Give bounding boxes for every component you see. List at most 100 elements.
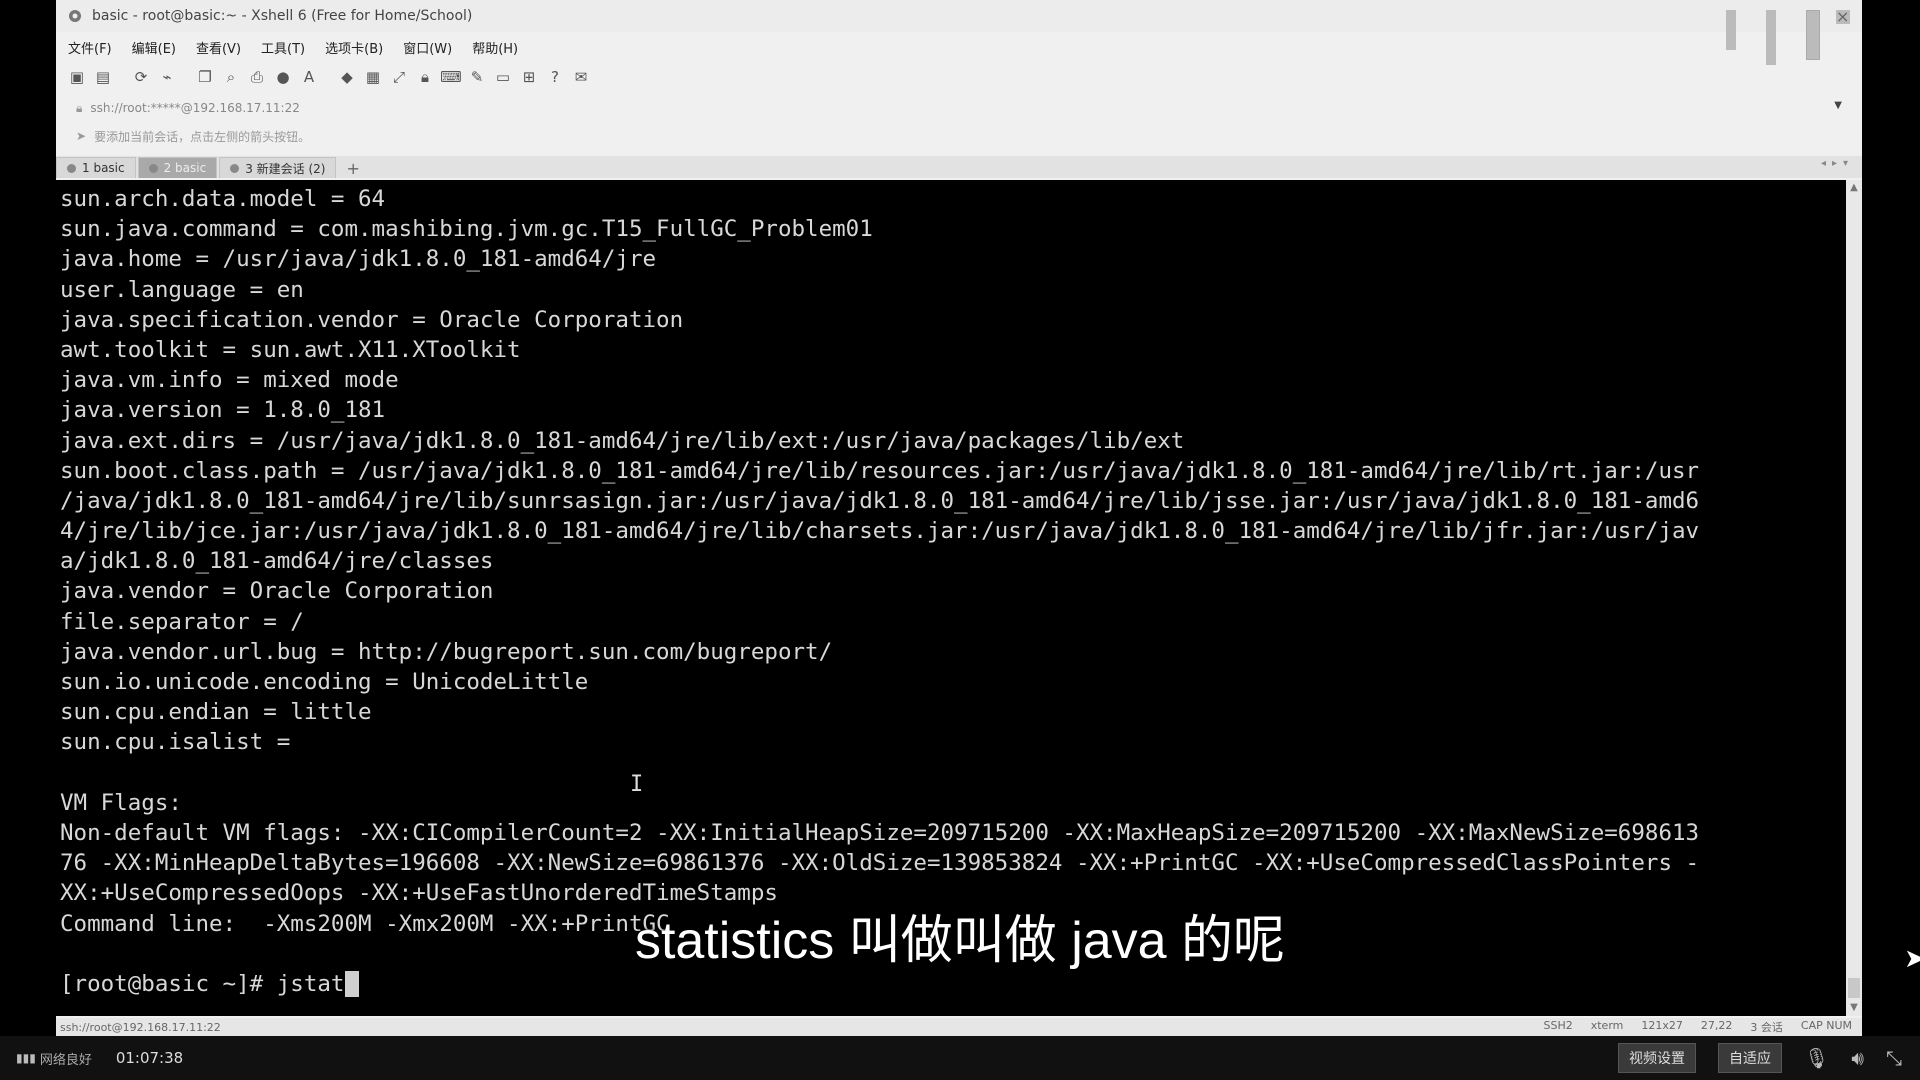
session-hint-bar: ➤ 要添加当前会话，点击左侧的箭头按钮。 <box>66 124 1846 148</box>
tile-icon[interactable]: ⊞ <box>518 66 540 88</box>
terminal-line: java.specification.vendor = Oracle Corpo… <box>60 306 684 333</box>
tab-status-icon <box>67 163 76 173</box>
tab-3-new-session[interactable]: 3 新建会话 (2) <box>219 157 337 178</box>
title-bar[interactable]: basic - root@basic:~ - Xshell 6 (Free fo… <box>56 0 1862 32</box>
terminal-line: /java/jdk1.8.0_181-amd64/jre/lib/sunrsas… <box>60 487 1700 514</box>
layout-icon[interactable]: ▭ <box>492 66 514 88</box>
microphone-off-icon[interactable]: 🎙︎ <box>1804 1046 1829 1070</box>
help-icon[interactable]: ? <box>544 66 566 88</box>
video-subtitle: statistics 叫做叫做 java 的呢 <box>634 912 1286 970</box>
window-title: basic - root@basic:~ - Xshell 6 (Free fo… <box>92 8 473 24</box>
restore-button[interactable] <box>1806 10 1820 60</box>
chat-icon[interactable]: ✉ <box>570 66 592 88</box>
address-value: ssh://root:*****@192.168.17.11:22 <box>90 101 300 115</box>
copy-icon[interactable]: ❐ <box>194 66 216 88</box>
minimize-button[interactable] <box>1726 10 1736 50</box>
playback-time: 01:07:38 <box>115 1049 184 1067</box>
fullscreen-icon[interactable]: ⤢ <box>388 66 410 88</box>
text-cursor-ibeam-icon: I <box>630 772 644 797</box>
volume-icon[interactable]: 🔊︎ <box>1851 1046 1864 1070</box>
bookmark-arrow-icon[interactable]: ➤ <box>76 129 86 143</box>
signal-icon: ▮▮▮ <box>16 1051 36 1065</box>
terminal-scrollbar[interactable]: ▲ ▼ <box>1846 180 1862 1016</box>
xshell-app-icon <box>66 7 84 25</box>
shell-prompt: [root@basic ~]# <box>60 970 277 997</box>
command-input[interactable]: jstat <box>277 969 345 999</box>
menu-tab[interactable]: 选项卡(B) <box>317 38 391 57</box>
menu-edit[interactable]: 编辑(E) <box>124 38 184 57</box>
terminal-lines: sun.arch.data.model = 64 sun.java.command… <box>60 184 1840 999</box>
address-lock-icon: 🔒︎ <box>76 100 83 115</box>
menu-file[interactable]: 文件(F) <box>60 38 120 57</box>
terminal-line: a/jdk1.8.0_181-amd64/jre/classes <box>60 548 494 575</box>
menu-help[interactable]: 帮助(H) <box>464 38 526 57</box>
fullscreen-exit-icon[interactable]: ⤡ <box>1886 1046 1902 1070</box>
print-icon[interactable]: ⎙ <box>246 66 268 88</box>
close-icon[interactable]: × <box>1836 9 1850 25</box>
lock-icon[interactable]: 🔒︎ <box>414 66 436 88</box>
fit-screen-button[interactable]: 自适应 <box>1718 1043 1782 1073</box>
status-connection: ssh://root@192.168.17.11:22 <box>60 1020 221 1034</box>
terminal-line: sun.boot.class.path = /usr/java/jdk1.8.0… <box>60 457 1700 484</box>
menu-tools[interactable]: 工具(T) <box>253 38 313 57</box>
scroll-down-icon[interactable]: ▼ <box>1846 1000 1862 1016</box>
network-status: 网络良好 <box>39 1052 92 1068</box>
script-icon[interactable]: ✎ <box>466 66 488 88</box>
status-cursor-pos: 27,22 <box>1700 1019 1733 1032</box>
scroll-thumb[interactable] <box>1848 978 1860 998</box>
terminal-output[interactable]: sun.arch.data.model = 64 sun.java.command… <box>56 180 1846 1016</box>
terminal-line: sun.arch.data.model = 64 <box>60 186 386 212</box>
transfer-icon[interactable]: ◆ <box>336 66 358 88</box>
terminal-line: java.ext.dirs = /usr/java/jdk1.8.0_181-a… <box>60 427 1185 454</box>
keyboard-icon[interactable]: ⌨ <box>440 66 462 88</box>
tab-2-basic[interactable]: 2 basic <box>137 157 218 178</box>
reconnect-icon[interactable]: ⟳ <box>130 66 152 88</box>
tab-status-icon <box>148 163 158 173</box>
hint-text: 要添加当前会话，点击左侧的箭头按钮。 <box>94 129 311 144</box>
status-protocol: SSH2 <box>1543 1019 1573 1032</box>
maximize-button[interactable] <box>1766 10 1776 65</box>
status-size: 121x27 <box>1641 1019 1683 1032</box>
tab-status-icon <box>230 163 240 173</box>
disconnect-icon[interactable]: ⌁ <box>156 66 178 88</box>
session-tabs: 1 basic 2 basic 3 新建会话 (2) + ◂▸▾ <box>56 156 1862 178</box>
toolbar: ▣ ▤ ⟳ ⌁ ❐ ⌕ ⎙ ● A ◆ ▦ ⤢ 🔒︎ ⌨ ✎ ▭ ⊞ ? ✉ <box>66 64 1566 90</box>
window-controls: × <box>1636 0 1856 80</box>
terminal-line: 4/jre/lib/jce.jar:/usr/java/jdk1.8.0_181… <box>60 518 1700 545</box>
terminal-line: java.vendor.url.bug = http://bugreport.s… <box>60 638 833 665</box>
menu-window[interactable]: 窗口(W) <box>395 38 460 57</box>
find-icon[interactable]: ⌕ <box>220 66 242 88</box>
status-term: xterm <box>1590 1019 1624 1032</box>
terminal-prompt-line[interactable]: [root@basic ~]# jstat <box>60 969 1840 999</box>
terminal-line: awt.toolkit = sun.awt.X11.XToolkit <box>60 336 521 363</box>
terminal-line: java.vm.info = mixed mode <box>60 367 399 394</box>
terminal-line: java.vendor = Oracle Corporation <box>60 578 494 605</box>
open-icon[interactable]: ▤ <box>92 66 114 88</box>
terminal-line: 76 -XX:MinHeapDeltaBytes=196608 -XX:NewS… <box>60 850 1700 877</box>
chevron-down-icon[interactable]: ▼ <box>1834 100 1842 111</box>
tab-1-basic[interactable]: 1 basic <box>56 157 136 178</box>
screenshot-icon[interactable]: ▦ <box>362 66 384 88</box>
menu-bar: 文件(F) 编辑(E) 查看(V) 工具(T) 选项卡(B) 窗口(W) 帮助(… <box>56 36 1556 58</box>
add-tab-button[interactable]: + <box>338 158 367 178</box>
globe-icon[interactable]: ● <box>272 66 294 88</box>
terminal-line: java.version = 1.8.0_181 <box>60 397 386 424</box>
video-player-bar: ▮▮▮ 网络良好 01:07:38 视频设置 自适应 🎙︎ 🔊︎ ⤡ <box>0 1036 1920 1080</box>
terminal-line: VM Flags: <box>60 789 182 816</box>
terminal-line: user.language = en <box>60 276 304 303</box>
xshell-window: basic - root@basic:~ - Xshell 6 (Free fo… <box>56 0 1862 1036</box>
terminal-line: sun.cpu.endian = little <box>60 699 372 726</box>
menu-view[interactable]: 查看(V) <box>188 38 249 57</box>
terminal-line: java.home = /usr/java/jdk1.8.0_181-amd64… <box>60 246 657 273</box>
font-icon[interactable]: A <box>298 66 320 88</box>
mouse-pointer-icon: ➤ <box>1904 944 1920 974</box>
new-session-icon[interactable]: ▣ <box>66 66 88 88</box>
tab-nav-arrows[interactable]: ◂▸▾ <box>1821 158 1854 169</box>
video-settings-button[interactable]: 视频设置 <box>1618 1043 1696 1073</box>
scroll-up-icon[interactable]: ▲ <box>1846 180 1862 196</box>
terminal-line: file.separator = / <box>60 608 304 635</box>
address-bar[interactable]: 🔒︎ ssh://root:*****@192.168.17.11:22 ▼ <box>66 96 1846 120</box>
status-keys: CAP NUM <box>1800 1019 1852 1032</box>
terminal-line: sun.cpu.isalist = <box>60 729 304 756</box>
